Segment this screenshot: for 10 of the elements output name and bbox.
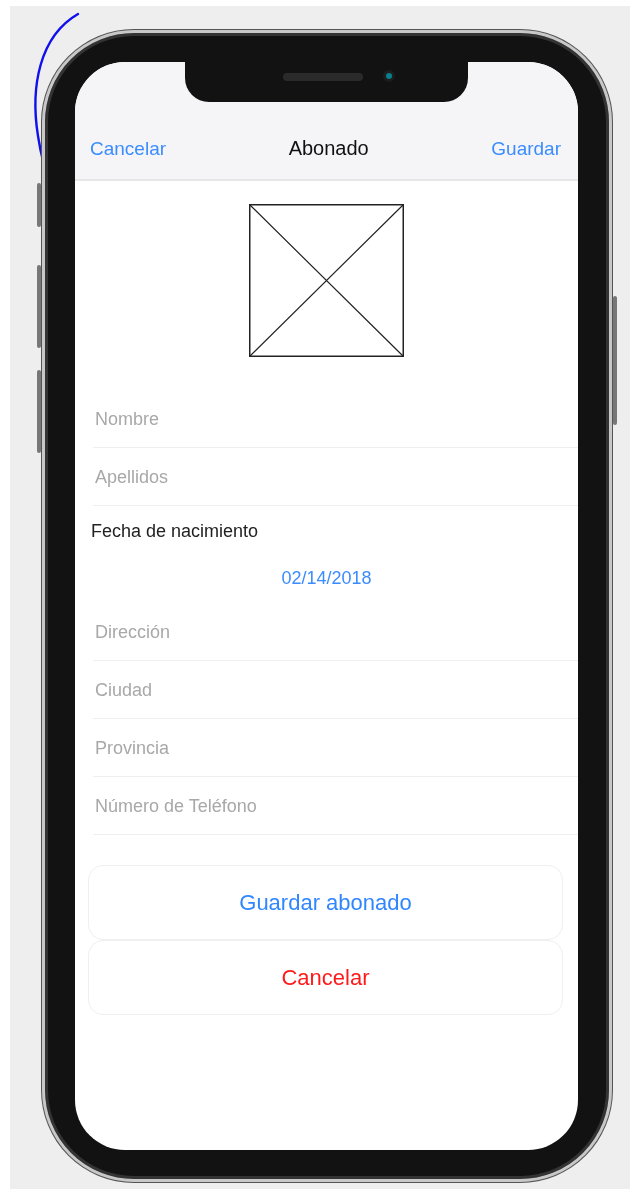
save-link[interactable]: Guardar	[491, 138, 561, 160]
camera-icon	[383, 70, 395, 82]
date-picker[interactable]: 02/14/2018	[281, 568, 372, 603]
cancel-button[interactable]: Cancelar	[88, 940, 563, 1015]
image-placeholder-icon	[249, 204, 404, 357]
cancel-link[interactable]: Cancelar	[90, 138, 167, 160]
save-button[interactable]: Guardar abonado	[88, 865, 563, 940]
speaker-icon	[283, 73, 363, 81]
field-label: Fecha de nacimiento	[91, 521, 259, 542]
screen-title: Abonado	[288, 137, 369, 160]
